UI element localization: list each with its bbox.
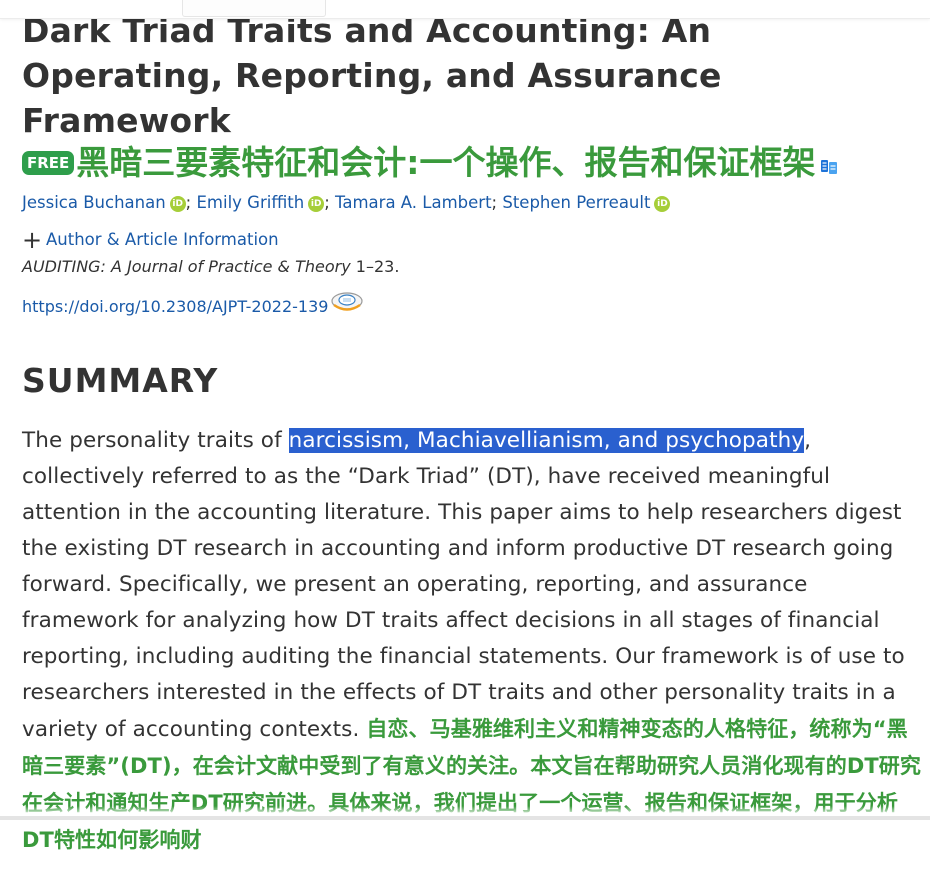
author-article-info-label: Author & Article Information [46,230,279,249]
author-article-info-toggle[interactable]: + Author & Article Information [22,228,922,252]
summary-heading: SUMMARY [22,361,219,400]
abstract-text-rest: , collectively referred to as the “Dark … [22,428,905,742]
top-tab-shape [182,0,326,17]
plus-icon: + [22,226,43,254]
translate-icon[interactable] [820,158,838,176]
author-link-buchanan[interactable]: Jessica Buchanan [22,193,166,212]
doi-link[interactable]: https://doi.org/10.2308/AJPT-2022-139 [22,296,328,318]
title-translation: 黑暗三要素特征和会计:一个操作、报告和保证框架 [76,143,816,182]
citation: AUDITING: A Journal of Practice & Theory… [22,256,922,278]
crossmark-icon[interactable] [330,290,364,316]
author-separator: ; [324,193,330,212]
orcid-icon[interactable]: iD [308,196,325,212]
browser-top-bar [0,0,930,19]
abstract-text-start: The personality traits of [22,428,289,453]
journal-name: AUDITING: A Journal of Practice & Theory [22,257,351,276]
author-list: Jessica Buchanan iD; Emily Griffith iD; Ta… [22,191,922,215]
author-separator: ; [185,193,192,212]
author-separator: ; [491,193,498,212]
orcid-icon[interactable]: iD [654,196,671,212]
article-title: Dark Triad Traits and Accounting: An Ope… [22,11,722,140]
orcid-icon[interactable]: iD [169,196,186,212]
author-link-lambert[interactable]: Tamara A. Lambert [335,193,492,212]
bottom-scroll-edge [0,816,930,820]
summary-abstract: The personality traits of narcissism, Ma… [22,423,922,859]
page-range: 1–23. [355,257,400,276]
title-translation-row: FREE 黑暗三要素特征和会计:一个操作、报告和保证框架 [22,143,922,183]
selected-text-highlight[interactable]: narcissism, Machiavellianism, and psycho… [288,428,805,453]
free-badge: FREE [22,151,75,175]
doi-row: https://doi.org/10.2308/AJPT-2022-139 [22,290,922,318]
author-link-griffith[interactable]: Emily Griffith [196,193,304,212]
author-link-perreault[interactable]: Stephen Perreault [502,193,650,212]
article-header: Dark Triad Traits and Accounting: An Ope… [22,0,922,881]
